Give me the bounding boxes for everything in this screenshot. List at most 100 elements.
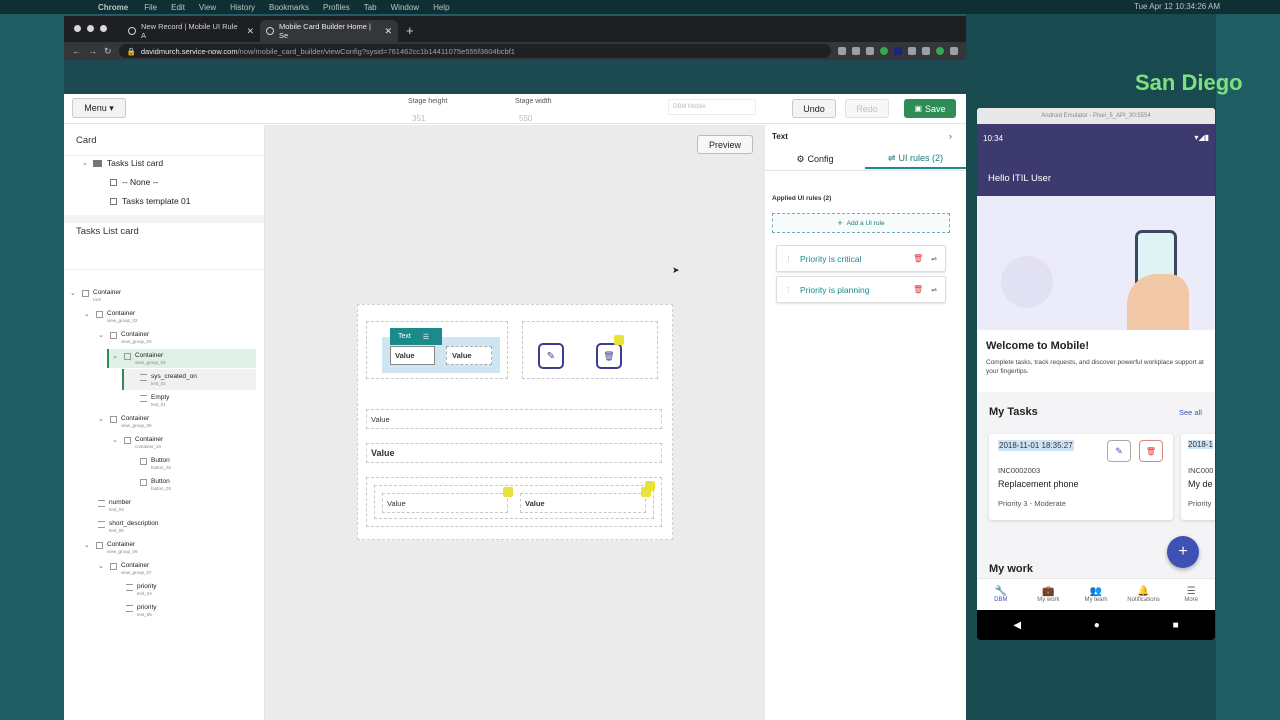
layout-node[interactable]: priority text_05	[126, 604, 157, 618]
layout-node[interactable]: Empty text_01	[140, 394, 169, 408]
layout-node[interactable]: sys_created_on text_02	[140, 373, 197, 387]
extension-green-icon[interactable]	[880, 47, 888, 55]
trash-icon[interactable]: 🗑	[913, 254, 923, 263]
mac-menu-tab[interactable]: Tab	[364, 3, 377, 12]
menu-button[interactable]: Menu ▾	[72, 98, 126, 118]
design-canvas[interactable]: Preview Text ☰ Value Value ✎ 🗑 Value Val…	[265, 125, 765, 720]
preview-button[interactable]: Preview	[697, 135, 753, 154]
drag-handle-icon[interactable]: ⋮	[785, 286, 792, 294]
tab-ui-rules[interactable]: ⇌ UI rules (2)	[865, 149, 966, 169]
back-icon[interactable]: ←	[72, 46, 81, 56]
mac-menu-chrome[interactable]: Chrome	[98, 3, 128, 12]
stage-width-input[interactable]: 550	[519, 114, 532, 123]
chevron-down-icon[interactable]: ⌄	[112, 352, 120, 360]
nav-item-notifications[interactable]: 🔔 Notifications	[1120, 579, 1168, 610]
browser-tab-card-builder[interactable]: Mobile Card Builder Home | Se ✕	[260, 20, 398, 42]
device-select[interactable]: DBM Mobile	[668, 99, 756, 115]
selection-chip[interactable]: Text ☰	[390, 328, 442, 345]
drag-handle-icon[interactable]: ⋮	[785, 255, 792, 263]
layout-node[interactable]: number text_03	[98, 499, 131, 513]
tab-config[interactable]: ⚙ Config	[765, 149, 865, 169]
chevron-down-icon[interactable]: ⌄	[98, 415, 106, 423]
android-home-icon[interactable]: ●	[1094, 620, 1100, 631]
android-recents-icon[interactable]: ■	[1173, 620, 1179, 631]
stage-height-input[interactable]: 351	[412, 114, 425, 123]
mac-menu-file[interactable]: File	[144, 3, 157, 12]
ui-rule-badge-icon[interactable]	[614, 335, 624, 345]
forward-icon[interactable]: →	[88, 46, 97, 56]
ui-rule-item[interactable]: ⋮ Priority is critical 🗑 ⇌	[776, 245, 946, 272]
ui-rule-badge-icon[interactable]	[503, 487, 513, 497]
mac-menu-edit[interactable]: Edit	[171, 3, 185, 12]
new-tab-icon[interactable]: +	[406, 23, 414, 38]
filter-icon[interactable]: ⇌	[931, 286, 937, 294]
card-tree-item-none[interactable]: -- None --	[110, 177, 158, 187]
add-fab[interactable]: +	[1167, 536, 1199, 568]
mac-menu-profiles[interactable]: Profiles	[323, 3, 350, 12]
card-stage[interactable]: Text ☰ Value Value ✎ 🗑 Value Value Value…	[357, 304, 673, 540]
layout-node[interactable]: ⌄ Container view_group_05	[98, 415, 152, 429]
settings-icon[interactable]: ☰	[423, 333, 429, 341]
extension-icon[interactable]	[866, 47, 874, 55]
profile-avatar[interactable]	[936, 47, 944, 55]
mac-menu-help[interactable]: Help	[433, 3, 449, 12]
minimize-window-icon[interactable]	[87, 25, 94, 32]
layout-node[interactable]: Button button_03	[140, 478, 171, 492]
layout-node[interactable]: ⌄ Container root	[70, 289, 121, 303]
text-field-priority-04[interactable]: Value	[382, 493, 508, 513]
card-tree-item-template[interactable]: Tasks template 01	[110, 196, 191, 206]
sidebar-icon[interactable]	[922, 47, 930, 55]
edit-button[interactable]: ✎	[538, 343, 564, 369]
reload-icon[interactable]: ↻	[104, 46, 112, 57]
chevron-down-icon[interactable]: ⌄	[84, 310, 92, 318]
puzzle-icon[interactable]	[908, 47, 916, 55]
undo-button[interactable]: Undo	[792, 99, 836, 118]
layout-node[interactable]: Button button_02	[140, 457, 171, 471]
mac-menu-view[interactable]: View	[199, 3, 216, 12]
chevron-down-icon[interactable]: ⌄	[70, 289, 78, 297]
close-tab-icon[interactable]: ✕	[246, 26, 254, 37]
chevron-down-icon[interactable]: ⌄	[82, 159, 88, 167]
nav-item-dbm[interactable]: 🔧 DBM	[977, 579, 1025, 610]
chevron-down-icon[interactable]: ⌄	[84, 541, 92, 549]
close-tab-icon[interactable]: ✕	[384, 26, 392, 37]
layout-node[interactable]: short_description text_06	[98, 520, 159, 534]
delete-button[interactable]: 🗑	[596, 343, 622, 369]
delete-button[interactable]: 🗑	[1139, 440, 1163, 462]
mac-menu-window[interactable]: Window	[391, 3, 419, 12]
layout-node[interactable]: ⌄ Container view_group_02	[84, 310, 138, 324]
task-card[interactable]: 2018-1 INC000 My de Priority	[1181, 434, 1215, 520]
mac-menu-history[interactable]: History	[230, 3, 255, 12]
nav-item-more[interactable]: ☰ More	[1167, 579, 1215, 610]
url-input[interactable]: 🔒 davidmurch.service-now.com /now/mobile…	[118, 44, 831, 58]
extension-blue-icon[interactable]	[894, 47, 902, 55]
see-all-link[interactable]: See all	[1179, 408, 1202, 417]
layout-node[interactable]: ⌄ Container view_group_03	[98, 331, 152, 345]
text-field-sys-created-on[interactable]: Value	[390, 346, 435, 365]
text-field-priority-05[interactable]: Value	[520, 493, 646, 513]
trash-icon[interactable]: 🗑	[913, 285, 923, 294]
nav-item-my-team[interactable]: 👥 My team	[1072, 579, 1120, 610]
ui-rule-item[interactable]: ⋮ Priority is planning 🗑 ⇌	[776, 276, 946, 303]
layout-node[interactable]: ⌄ Container view_group_06	[84, 541, 138, 555]
chevron-down-icon[interactable]: ⌄	[112, 436, 120, 444]
browser-tab-ui-rule[interactable]: New Record | Mobile UI Rule A ✕	[122, 20, 260, 42]
card-tree-item-tasks-list[interactable]: ⌄ Tasks List card	[82, 158, 163, 168]
chevron-right-icon[interactable]: ›	[949, 131, 952, 141]
edit-button[interactable]: ✎	[1107, 440, 1131, 462]
android-back-icon[interactable]: ◀	[1013, 620, 1021, 631]
share-icon[interactable]	[838, 47, 846, 55]
maximize-window-icon[interactable]	[100, 25, 107, 32]
text-field-short-description[interactable]: Value	[366, 443, 662, 463]
ui-rule-badge-icon[interactable]	[645, 481, 655, 491]
add-ui-rule-button[interactable]: + Add a UI rule	[772, 213, 950, 233]
text-field-empty[interactable]: Value	[446, 346, 492, 365]
chevron-down-icon[interactable]: ⌄	[98, 562, 106, 570]
close-window-icon[interactable]	[74, 25, 81, 32]
layout-node[interactable]: priority text_04	[126, 583, 157, 597]
nav-item-my-work[interactable]: 💼 My work	[1025, 579, 1073, 610]
mac-menu-bookmarks[interactable]: Bookmarks	[269, 3, 309, 12]
redo-button[interactable]: Redo	[845, 99, 889, 118]
layout-node-selected[interactable]: ⌄ Container view_group_04	[112, 352, 166, 366]
star-icon[interactable]	[852, 47, 860, 55]
